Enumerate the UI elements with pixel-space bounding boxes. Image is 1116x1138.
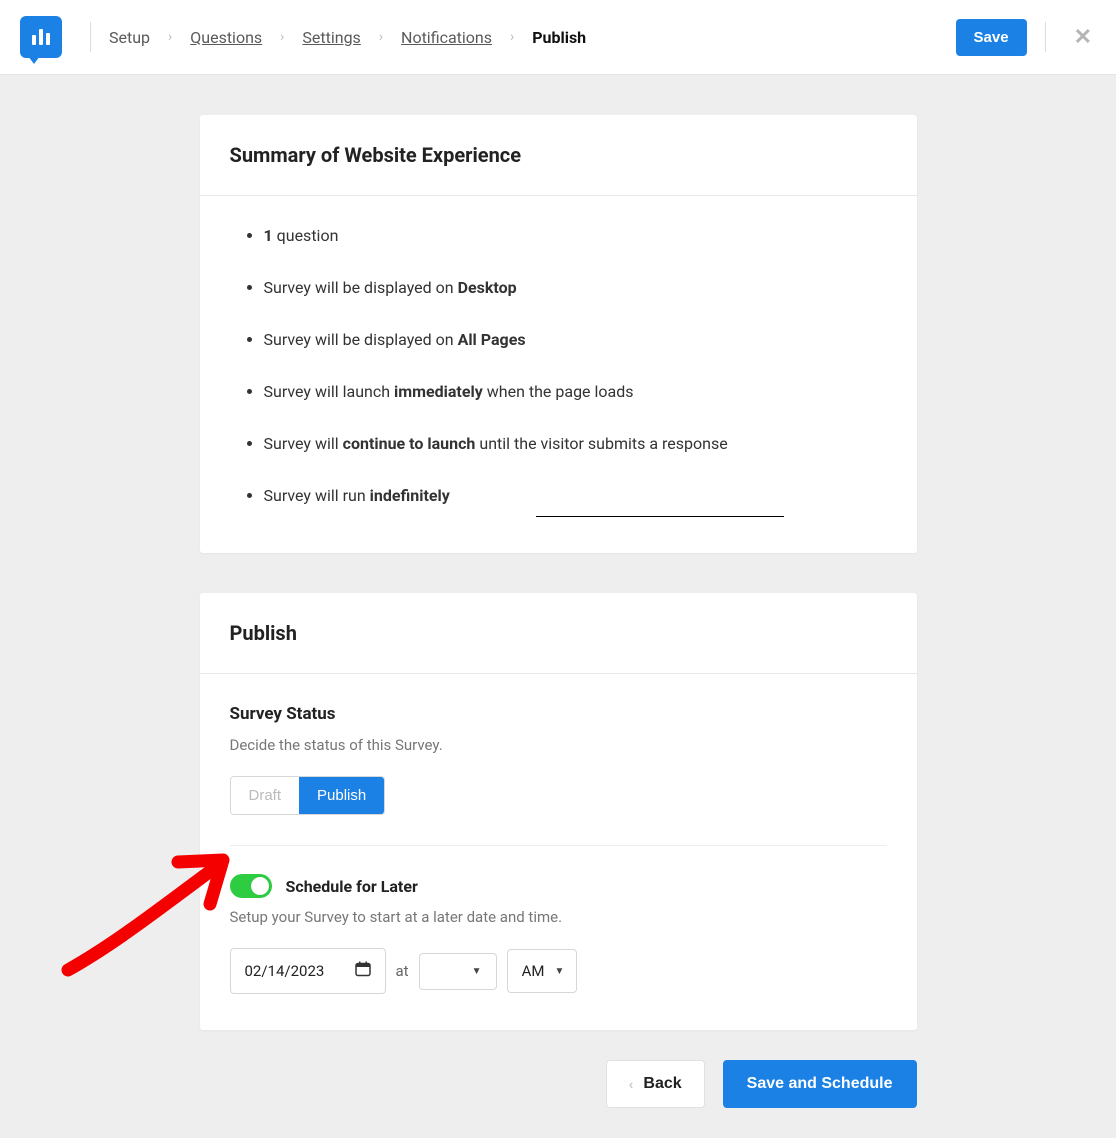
summary-card: Summary of Website Experience 1 question… xyxy=(200,115,917,553)
draft-button[interactable]: Draft xyxy=(231,777,300,814)
summary-item-run: Survey will run indefinitely xyxy=(264,484,887,517)
publish-button[interactable]: Publish xyxy=(299,777,384,814)
schedule-desc: Setup your Survey to start at a later da… xyxy=(230,908,887,926)
summary-item-launch: Survey will launch immediately when the … xyxy=(264,380,887,404)
close-icon[interactable]: ✕ xyxy=(1070,25,1096,50)
top-header: Setup › Questions › Settings › Notificat… xyxy=(0,0,1116,75)
status-desc: Decide the status of this Survey. xyxy=(230,736,887,754)
summary-list: 1 question Survey will be displayed on D… xyxy=(230,224,887,517)
breadcrumb: Setup › Questions › Settings › Notificat… xyxy=(109,28,956,47)
chevron-right-icon: › xyxy=(510,29,514,45)
ampm-select[interactable]: AM ▼ xyxy=(507,949,577,993)
summary-item-pages: Survey will be displayed on All Pages xyxy=(264,328,887,352)
chevron-right-icon: › xyxy=(379,29,383,45)
status-title: Survey Status xyxy=(230,704,887,724)
publish-title: Publish xyxy=(200,593,917,674)
calendar-icon xyxy=(355,961,371,981)
back-button[interactable]: ‹ Back xyxy=(606,1060,705,1108)
chevron-right-icon: › xyxy=(280,29,284,45)
footer-actions: ‹ Back Save and Schedule xyxy=(200,1060,917,1138)
divider xyxy=(1045,22,1046,52)
date-value: 02/14/2023 xyxy=(245,962,325,980)
summary-item-questions: 1 question xyxy=(264,224,887,248)
crumb-publish: Publish xyxy=(532,28,586,47)
back-label: Back xyxy=(643,1075,681,1093)
ampm-value: AM xyxy=(522,962,545,980)
crumb-setup[interactable]: Setup xyxy=(109,28,150,47)
crumb-settings[interactable]: Settings xyxy=(302,28,360,47)
save-and-schedule-button[interactable]: Save and Schedule xyxy=(723,1060,917,1108)
date-input[interactable]: 02/14/2023 xyxy=(230,948,386,994)
chevron-down-icon: ▼ xyxy=(472,966,482,977)
schedule-label: Schedule for Later xyxy=(286,877,418,896)
crumb-notifications[interactable]: Notifications xyxy=(401,28,492,47)
chevron-left-icon: ‹ xyxy=(629,1076,634,1092)
publish-card: Publish Survey Status Decide the status … xyxy=(200,593,917,1030)
divider xyxy=(230,845,887,846)
summary-item-device: Survey will be displayed on Desktop xyxy=(264,276,887,300)
status-toggle-group: Draft Publish xyxy=(230,776,386,815)
crumb-questions[interactable]: Questions xyxy=(190,28,262,47)
underline-accent xyxy=(536,516,784,517)
logo-bars-icon xyxy=(32,29,50,45)
schedule-toggle[interactable] xyxy=(230,874,272,898)
summary-title: Summary of Website Experience xyxy=(200,115,917,196)
chevron-right-icon: › xyxy=(168,29,172,45)
at-label: at xyxy=(396,962,409,980)
save-button[interactable]: Save xyxy=(956,19,1027,56)
summary-item-continue: Survey will continue to launch until the… xyxy=(264,432,887,456)
chevron-down-icon: ▼ xyxy=(554,966,564,977)
time-select[interactable]: ▼ xyxy=(419,953,497,990)
divider xyxy=(90,22,91,52)
app-logo xyxy=(20,16,62,58)
